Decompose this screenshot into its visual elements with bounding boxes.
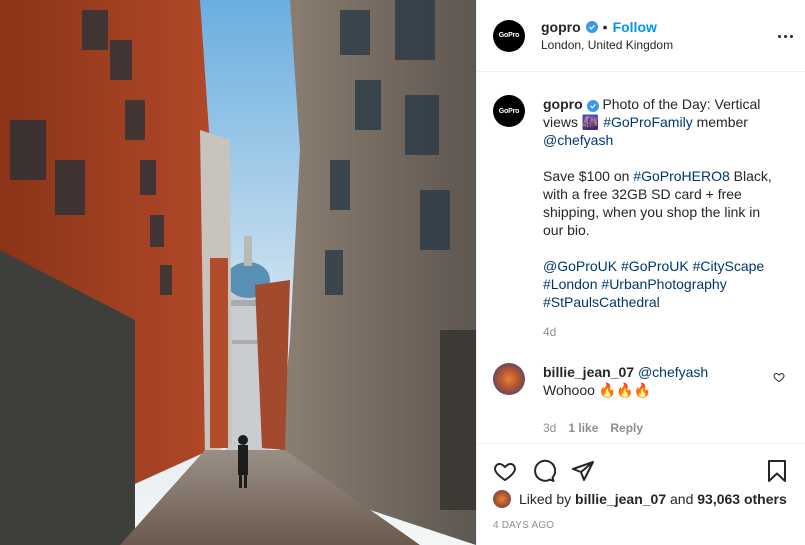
location-link[interactable]: London, United Kingdom [541,38,673,52]
separator-dot: • [602,19,608,35]
caption-text: Save $100 on [543,168,634,184]
like-comment-heart-icon[interactable] [773,371,785,383]
comments-section: GoPro gopro Photo of the Day: Vertical v… [477,73,805,443]
hashtag-link[interactable]: #GoProFamily [603,114,692,130]
caption-paragraph-2: Save $100 on #GoProHERO8 Black, with a f… [543,167,773,239]
more-options-icon[interactable] [775,26,795,46]
bookmark-icon[interactable] [765,459,789,483]
post-sidebar: GoPro gopro • Follow London, United King… [476,0,805,545]
caption-username[interactable]: gopro [543,96,583,112]
comment-icon[interactable] [532,459,556,483]
comment-line: billie_jean_07 @chefyash [543,363,708,381]
hashtag-link[interactable]: #GoProUK [621,258,689,274]
caption-tags: @GoProUK #GoProUK #CityScape #London #Ur… [543,257,773,311]
post-header: GoPro gopro • Follow London, United King… [477,0,805,72]
header-username[interactable]: gopro [541,19,581,35]
caption: GoPro gopro Photo of the Day: Vertical v… [493,95,789,341]
comment-item: billie_jean_07 @chefyash Wohooo 🔥🔥🔥 3d 1… [493,363,789,437]
photo-illustration [0,0,476,545]
mention-link[interactable]: @GoProUK [543,258,617,274]
commenter-username[interactable]: billie_jean_07 [543,364,634,380]
heart-icon[interactable] [493,459,517,483]
caption-body: gopro Photo of the Day: Vertical views 🌆… [543,95,773,341]
hashtag-link[interactable]: #StPaulsCathedral [543,294,660,310]
comment-text: Wohooo 🔥🔥🔥 [543,382,652,398]
post-date[interactable]: 4 DAYS AGO [493,520,789,531]
hashtag-link[interactable]: #GoProHERO8 [633,168,729,184]
verified-badge-icon [585,21,598,33]
hashtag-link[interactable]: #UrbanPhotography [601,276,726,292]
follow-button[interactable]: Follow [613,19,657,35]
caption-avatar[interactable]: GoPro [493,95,525,127]
actions-bar: Liked by billie_jean_07 and 93,063 other… [477,443,805,545]
action-icons [493,444,789,498]
reply-button[interactable]: Reply [610,419,643,437]
share-icon[interactable] [571,459,595,483]
mention-link[interactable]: @chefyash [638,364,708,380]
gopro-logo: GoPro [498,107,520,115]
caption-text: member [692,114,748,130]
hashtag-link[interactable]: #CityScape [693,258,765,274]
comment-meta: 3d 1 like Reply [543,419,708,437]
comment-age[interactable]: 3d [543,419,556,437]
gopro-logo: GoPro [498,32,520,39]
caption-paragraph-1: gopro Photo of the Day: Vertical views 🌆… [543,95,773,149]
gopro-avatar[interactable]: GoPro [493,19,525,52]
header-text: gopro • Follow London, United Kingdom [541,19,673,52]
post: GoPro gopro • Follow London, United King… [0,0,805,545]
caption-age[interactable]: 4d [543,323,773,341]
commenter-avatar[interactable] [493,363,525,395]
comment-body: billie_jean_07 @chefyash Wohooo 🔥🔥🔥 3d 1… [543,363,708,437]
mention-link[interactable]: @chefyash [543,132,613,148]
comment-likes[interactable]: 1 like [568,419,598,437]
hashtag-link[interactable]: #London [543,276,598,292]
header-user-row: gopro • Follow [541,19,673,35]
post-photo[interactable] [0,0,476,545]
verified-badge-icon [586,100,599,112]
